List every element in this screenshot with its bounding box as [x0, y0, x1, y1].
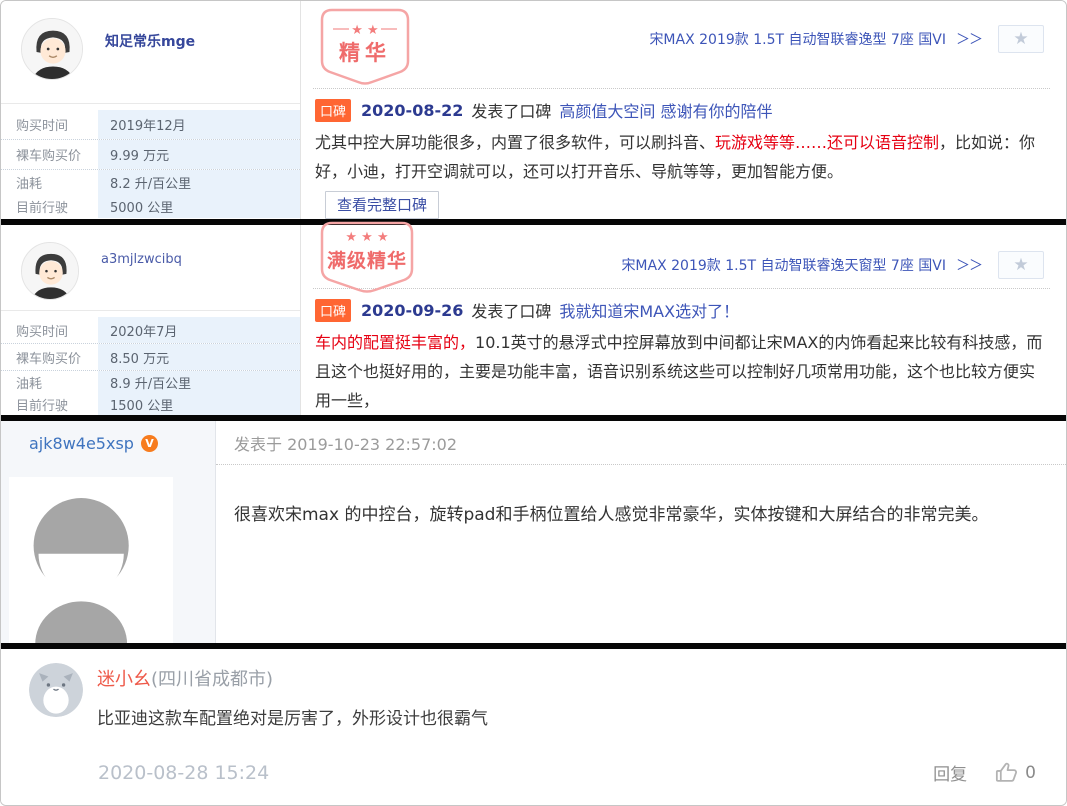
review1-text-pre: 尤其中控大屏功能很多，内置了很多软件，可以刷抖音、	[315, 133, 715, 152]
like-count: 0	[1025, 763, 1036, 783]
svg-text:★ ★ ★: ★ ★ ★	[345, 230, 388, 245]
review1-header: ★ ★ 精华 宋MAX 2019款 1.5T 自动智联睿逸型 7座 国VI ＞＞…	[313, 1, 1050, 89]
double-arrow-icon[interactable]: ＞＞	[956, 255, 982, 275]
post-timestamp: 发表于 2019-10-23 22:57:02	[216, 421, 1066, 465]
view-full-review-button[interactable]: 查看完整口碑	[325, 191, 439, 219]
thumbs-up-icon	[993, 760, 1019, 785]
favorite-star-button[interactable]: ★	[998, 251, 1044, 279]
info-row: 油耗 8.2 升/百公里	[1, 170, 300, 194]
favorite-star-button[interactable]: ★	[998, 25, 1044, 53]
comment-text: 比亚迪这款车配置绝对是厉害了，外形设计也很霸气	[97, 704, 1040, 729]
post-content-panel: 发表于 2019-10-23 22:57:02 很喜欢宋max 的中控台，旋转p…	[216, 421, 1066, 643]
comment-location: (四川省成都市)	[151, 669, 273, 690]
comment-name-row: 迷小幺(四川省成都市)	[97, 665, 1040, 691]
info-value: 1500 公里	[98, 393, 300, 415]
review-card-1: 知足常乐mge 购买时间 2019年12月 裸车购买价 9.99 万元 油耗 8…	[1, 1, 1066, 219]
info-value: 5000 公里	[98, 194, 300, 218]
cartoon-man-avatar-icon	[22, 243, 79, 300]
info-label: 目前行驶	[1, 197, 98, 216]
review2-user-area: a3mjlzwcibq	[1, 225, 300, 311]
review1-action-text: 发表了口碑	[471, 98, 551, 122]
review2-text-highlight: 车内的配置挺丰富的，	[315, 333, 475, 352]
review1-text-highlight: 玩游戏等等……还可以语音控制	[715, 133, 939, 152]
svg-text:满级精华: 满级精华	[327, 249, 407, 272]
review1-title-link[interactable]: 高颜值大空间 感谢有你的陪伴	[559, 98, 772, 122]
review2-username[interactable]: a3mjlzwcibq	[101, 252, 182, 267]
page: 知足常乐mge 购买时间 2019年12月 裸车购买价 9.99 万元 油耗 8…	[0, 0, 1067, 806]
cartoon-man-avatar-icon	[22, 19, 83, 80]
verified-v-badge-icon[interactable]: V	[141, 435, 158, 452]
info-label: 油耗	[1, 173, 98, 192]
review2-info-table: 购买时间 2020年7月 裸车购买价 8.50 万元 油耗 8.9 升/百公里 …	[1, 311, 300, 415]
cat-avatar-icon	[29, 663, 83, 717]
comment-username[interactable]: 迷小幺	[97, 669, 151, 690]
comment-date: 2020-08-28 15:24	[98, 762, 269, 784]
comment-footer: 2020-08-28 15:24 回复 0	[98, 760, 1036, 785]
info-row: 目前行驶 1500 公里	[1, 393, 300, 415]
max-essence-stamp-icon: ★ ★ ★ 满级精华	[319, 221, 415, 299]
essence-stamp-icon: ★ ★ 精华	[319, 7, 411, 91]
avatar[interactable]	[21, 242, 79, 300]
review1-koubei-row: 口碑 2020-08-22 发表了口碑 高颜值大空间 感谢有你的陪伴	[313, 98, 1050, 122]
review2-text: 车内的配置挺丰富的，10.1英寸的悬浮式中控屏幕放到中间都让宋MAX的内饰看起来…	[315, 328, 1048, 415]
info-value: 8.9 升/百公里	[98, 371, 300, 393]
review2-title-row: 宋MAX 2019款 1.5T 自动智联睿逸天窗型 7座 国VI ＞＞ ★	[313, 225, 1050, 279]
info-value: 8.50 万元	[98, 344, 300, 370]
comment-card: 迷小幺(四川省成都市) 比亚迪这款车配置绝对是厉害了，外形设计也很霸气 2020…	[1, 649, 1066, 805]
svg-text:★ ★: ★ ★	[351, 23, 378, 38]
review1-user-panel: 知足常乐mge 购买时间 2019年12月 裸车购买价 9.99 万元 油耗 8…	[1, 1, 301, 219]
info-label: 目前行驶	[1, 395, 98, 414]
post-user-row: ajk8w4e5xsp V	[1, 421, 215, 465]
comment-main: 迷小幺(四川省成都市) 比亚迪这款车配置绝对是厉害了，外形设计也很霸气	[97, 663, 1040, 729]
default-avatar-silhouette-icon	[9, 477, 173, 647]
info-value: 2019年12月	[98, 110, 300, 139]
review2-action-text: 发表了口碑	[471, 298, 551, 322]
post-user-panel: ajk8w4e5xsp V	[1, 421, 216, 643]
koubei-badge: 口碑	[315, 299, 351, 322]
info-row: 裸车购买价 9.99 万元	[1, 140, 300, 170]
post-avatar[interactable]	[9, 477, 173, 647]
info-row: 购买时间 2020年7月	[1, 317, 300, 344]
review2-date: 2020-09-26	[361, 301, 463, 320]
comment-avatar[interactable]	[29, 663, 83, 717]
review1-date: 2020-08-22	[361, 101, 463, 120]
review1-username[interactable]: 知足常乐mge	[105, 31, 195, 51]
post-text: 很喜欢宋max 的中控台，旋转pad和手柄位置给人感觉非常豪华，实体按键和大屏结…	[216, 465, 1066, 529]
info-value: 2020年7月	[98, 317, 300, 343]
review1-title-row: 宋MAX 2019款 1.5T 自动智联睿逸型 7座 国VI ＞＞ ★	[313, 1, 1050, 53]
info-label: 油耗	[1, 373, 98, 392]
like-button[interactable]: 0	[993, 760, 1036, 785]
post-username[interactable]: ajk8w4e5xsp	[29, 434, 134, 453]
info-row: 目前行驶 5000 公里	[1, 194, 300, 218]
double-arrow-icon[interactable]: ＞＞	[956, 29, 982, 49]
avatar[interactable]	[21, 18, 83, 80]
review2-koubei-row: 口碑 2020-09-26 发表了口碑 我就知道宋MAX选对了！	[313, 298, 1050, 322]
review2-header: ★ ★ ★ 满级精华 宋MAX 2019款 1.5T 自动智联睿逸天窗型 7座 …	[313, 225, 1050, 289]
info-label: 购买时间	[1, 321, 98, 340]
svg-text:精华: 精华	[339, 41, 391, 65]
review2-content-panel: ★ ★ ★ 满级精华 宋MAX 2019款 1.5T 自动智联睿逸天窗型 7座 …	[301, 225, 1066, 415]
info-value: 9.99 万元	[98, 140, 300, 169]
review2-model-link[interactable]: 宋MAX 2019款 1.5T 自动智联睿逸天窗型 7座 国VI	[621, 255, 946, 275]
review1-info-table: 购买时间 2019年12月 裸车购买价 9.99 万元 油耗 8.2 升/百公里…	[1, 104, 300, 218]
info-row: 裸车购买价 8.50 万元	[1, 344, 300, 371]
review1-model-link[interactable]: 宋MAX 2019款 1.5T 自动智联睿逸型 7座 国VI	[649, 29, 946, 49]
comment-wrap: 迷小幺(四川省成都市) 比亚迪这款车配置绝对是厉害了，外形设计也很霸气	[29, 663, 1040, 729]
forum-post-card: ajk8w4e5xsp V 发表于 2019-10-23 22:57:02 很喜…	[1, 421, 1066, 643]
review2-user-panel: a3mjlzwcibq 购买时间 2020年7月 裸车购买价 8.50 万元 油…	[1, 225, 301, 415]
info-value: 8.2 升/百公里	[98, 170, 300, 194]
info-row: 购买时间 2019年12月	[1, 110, 300, 140]
review-card-2: a3mjlzwcibq 购买时间 2020年7月 裸车购买价 8.50 万元 油…	[1, 225, 1066, 415]
review2-title-link[interactable]: 我就知道宋MAX选对了！	[559, 298, 739, 322]
review1-user-area: 知足常乐mge	[1, 1, 300, 104]
koubei-badge: 口碑	[315, 99, 351, 122]
review1-content-panel: ★ ★ 精华 宋MAX 2019款 1.5T 自动智联睿逸型 7座 国VI ＞＞…	[301, 1, 1066, 219]
reply-button[interactable]: 回复	[933, 760, 967, 785]
info-row: 油耗 8.9 升/百公里	[1, 371, 300, 393]
info-label: 裸车购买价	[1, 145, 98, 164]
info-label: 裸车购买价	[1, 348, 98, 367]
info-label: 购买时间	[1, 115, 98, 134]
review1-text: 尤其中控大屏功能很多，内置了很多软件，可以刷抖音、玩游戏等等……还可以语音控制，…	[315, 128, 1048, 186]
